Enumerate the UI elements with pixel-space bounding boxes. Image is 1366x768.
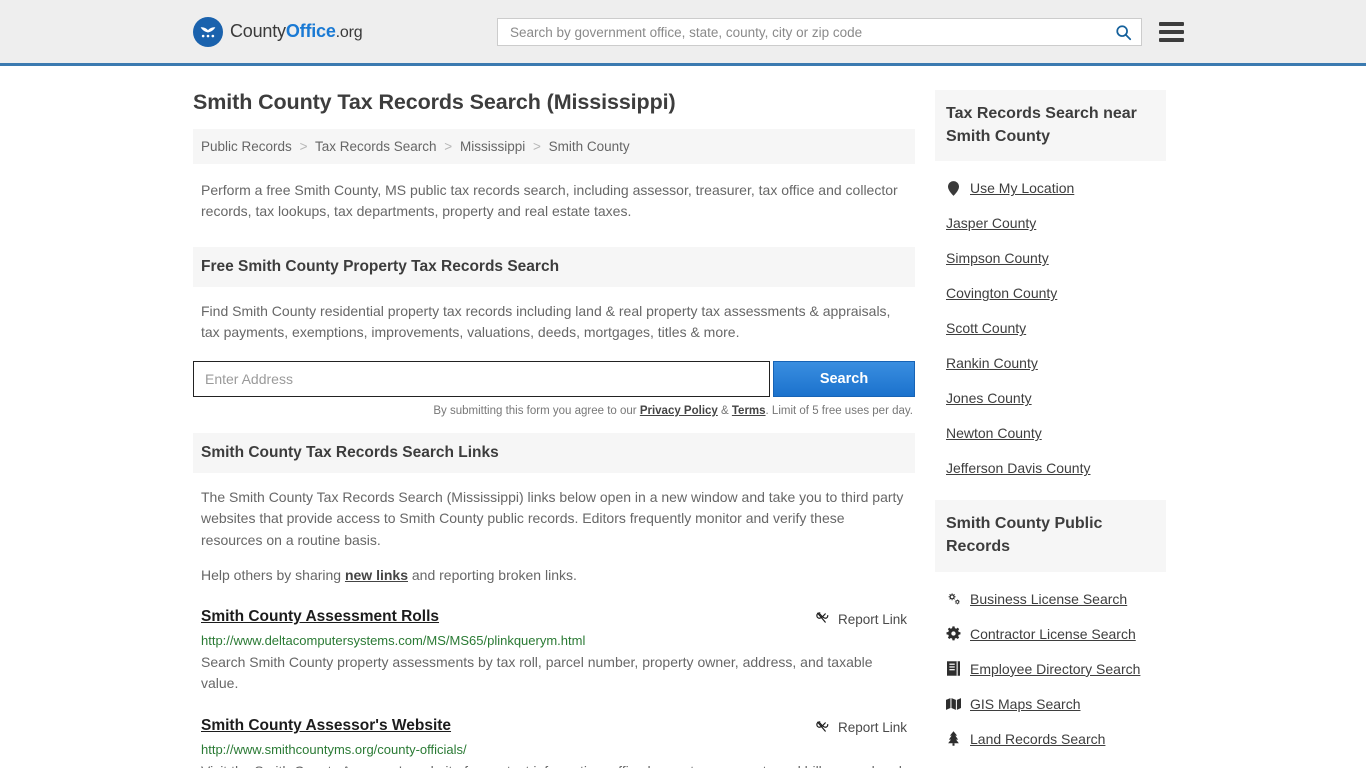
breadcrumb-item-public-records[interactable]: Public Records (201, 139, 292, 154)
sidebar-item-employee-directory-search[interactable]: Employee Directory Search (946, 661, 1155, 677)
sidebar-item-rankin-county[interactable]: Rankin County (946, 355, 1155, 371)
sidebar-item-label: Contractor License Search (970, 625, 1136, 642)
site-logo[interactable]: CountyOffice.org (193, 16, 363, 47)
sidebar-item-label: Covington County (946, 285, 1058, 302)
disclaimer-prefix: By submitting this form you agree to our (433, 405, 640, 418)
new-links-link[interactable]: new links (345, 567, 408, 583)
header-search-zone (497, 18, 1184, 46)
nearby-section-heading: Tax Records Search near Smith County (935, 90, 1166, 162)
report-link-button[interactable]: Report Link (814, 717, 907, 737)
sidebar-item-covington-county[interactable]: Covington County (946, 285, 1155, 301)
breadcrumb-separator: > (532, 139, 541, 154)
breadcrumb-separator: > (444, 139, 453, 154)
breadcrumb-separator: > (299, 139, 308, 154)
sidebar-item-label: Jones County (946, 390, 1032, 407)
main-content: Smith County Tax Records Search (Mississ… (193, 66, 915, 768)
address-input[interactable] (193, 361, 770, 398)
privacy-policy-link[interactable]: Privacy Policy (640, 405, 718, 417)
sidebar-item-label: Land Records Search (970, 730, 1106, 747)
sidebar-item-business-license-search[interactable]: Business License Search (946, 591, 1155, 607)
share-links-text: Help others by sharing new links and rep… (193, 551, 915, 586)
sidebar: Tax Records Search near Smith County Use… (935, 66, 1166, 768)
property-tax-section-heading: Free Smith County Property Tax Records S… (193, 246, 915, 287)
sidebar-item-label: Business License Search (970, 590, 1128, 607)
disclaimer-suffix: . Limit of 5 free uses per day. (765, 405, 913, 418)
logo-part-tld: .org (335, 24, 363, 41)
sidebar-item-use-my-location[interactable]: Use My Location (946, 180, 1155, 196)
link-entry-title[interactable]: Smith County Assessor's Website (201, 717, 451, 735)
sidebar-item-label: Use My Location (970, 180, 1075, 197)
sidebar-item-jasper-county[interactable]: Jasper County (946, 215, 1155, 231)
sidebar-item-label: Rankin County (946, 355, 1038, 372)
sidebar-item-scott-county[interactable]: Scott County (946, 320, 1155, 336)
global-search-box[interactable] (497, 18, 1142, 46)
sidebar-item-label: Scott County (946, 320, 1027, 337)
map-icon (946, 697, 961, 711)
book-icon (946, 661, 961, 677)
report-link-label: Report Link (837, 720, 907, 736)
public-records-list: Business License Search Contractor Licen… (935, 591, 1166, 747)
sidebar-item-gis-maps-search[interactable]: GIS Maps Search (946, 696, 1155, 712)
hamburger-bar (1159, 38, 1184, 42)
nearby-county-list: Use My Location Jasper County Simpson Co… (935, 180, 1166, 476)
link-entry: Smith County Assessment Rolls Report Lin… (193, 608, 915, 695)
sidebar-item-simpson-county[interactable]: Simpson County (946, 250, 1155, 266)
report-link-label: Report Link (837, 611, 907, 627)
address-search-button[interactable]: Search (773, 361, 915, 398)
property-tax-description: Find Smith County residential property t… (201, 302, 891, 340)
link-entry-title[interactable]: Smith County Assessment Rolls (201, 608, 439, 626)
sidebar-item-label: Employee Directory Search (970, 660, 1141, 677)
page-body: Smith County Tax Records Search (Mississ… (0, 66, 1366, 768)
breadcrumb-item-smith-county[interactable]: Smith County (549, 139, 630, 154)
breadcrumb-item-tax-records-search[interactable]: Tax Records Search (315, 139, 437, 154)
link-entry-url[interactable]: http://www.deltacomputersystems.com/MS/M… (201, 633, 907, 648)
sidebar-item-newton-county[interactable]: Newton County (946, 425, 1155, 441)
hamburger-menu-icon[interactable] (1159, 22, 1184, 42)
link-entry-header: Smith County Assessor's Website Report L… (201, 717, 907, 737)
address-search-form: Search (193, 361, 915, 398)
sidebar-item-jones-county[interactable]: Jones County (946, 390, 1155, 406)
broken-link-icon (814, 719, 829, 737)
disclaimer-amp: & (717, 405, 732, 418)
share-prefix: Help others by sharing (201, 566, 345, 583)
map-pin-icon (946, 181, 961, 196)
search-input[interactable] (508, 23, 1114, 41)
tree-icon (946, 731, 961, 747)
hamburger-bar (1159, 22, 1184, 26)
sidebar-item-land-records-search[interactable]: Land Records Search (946, 731, 1155, 747)
link-entry: Smith County Assessor's Website Report L… (193, 717, 915, 768)
sidebar-item-label: Newton County (946, 425, 1042, 442)
report-link-button[interactable]: Report Link (814, 608, 907, 628)
link-entry-url[interactable]: http://www.smithcountyms.org/county-offi… (201, 742, 907, 757)
page-intro-text: Perform a free Smith County, MS public t… (201, 182, 898, 220)
site-header: CountyOffice.org (0, 0, 1366, 66)
eagle-seal-icon (193, 16, 223, 47)
logo-part-county: County (230, 21, 286, 41)
sidebar-item-label: Jasper County (946, 215, 1037, 232)
page-title: Smith County Tax Records Search (Mississ… (193, 90, 676, 114)
share-suffix: and reporting broken links. (408, 566, 577, 583)
breadcrumb: Public Records > Tax Records Search > Mi… (193, 129, 915, 164)
search-links-section-heading: Smith County Tax Records Search Links (193, 433, 915, 474)
terms-link[interactable]: Terms (732, 405, 766, 417)
sidebar-item-jefferson-davis-county[interactable]: Jefferson Davis County (946, 460, 1155, 476)
sidebar-item-label: Simpson County (946, 250, 1049, 267)
search-icon[interactable] (1114, 23, 1133, 42)
breadcrumb-item-mississippi[interactable]: Mississippi (460, 139, 525, 154)
link-entry-description: Visit the Smith County Assessor's websit… (201, 761, 907, 768)
logo-part-office: Office (285, 21, 336, 41)
sidebar-item-contractor-license-search[interactable]: Contractor License Search (946, 626, 1155, 642)
sidebar-item-label: Jefferson Davis County (946, 460, 1091, 477)
gear-icon (946, 626, 961, 641)
search-links-description: The Smith County Tax Records Search (Mis… (201, 489, 904, 548)
public-records-section-heading: Smith County Public Records (935, 500, 1166, 572)
link-entry-description: Search Smith County property assessments… (201, 654, 873, 692)
hamburger-bar (1159, 30, 1184, 34)
cogs-icon (946, 592, 961, 606)
link-entry-header: Smith County Assessment Rolls Report Lin… (201, 608, 907, 628)
site-logo-text: CountyOffice.org (230, 21, 363, 42)
form-disclaimer: By submitting this form you agree to our… (193, 405, 913, 417)
broken-link-icon (814, 610, 829, 628)
sidebar-item-label: GIS Maps Search (970, 695, 1081, 712)
